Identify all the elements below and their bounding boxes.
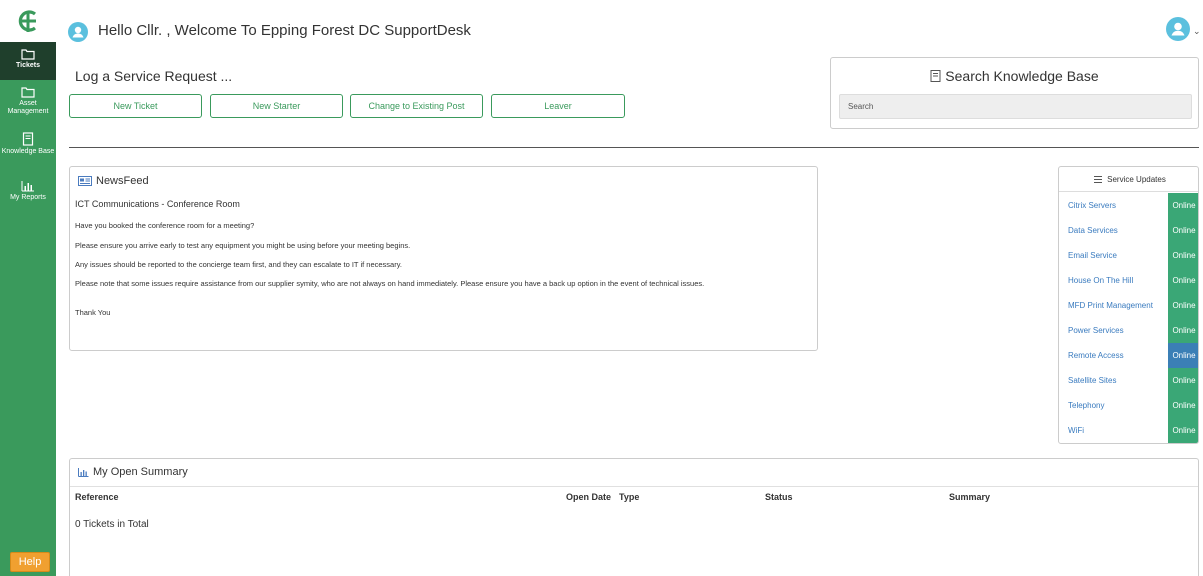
service-name-link[interactable]: Data Services (1068, 218, 1118, 243)
service-update-row[interactable]: House On The Hill Online (1059, 268, 1198, 293)
kb-search-input[interactable]: Search (839, 94, 1192, 119)
sidebar-item-label: Tickets (16, 62, 40, 69)
newsfeed-header: NewsFeed (78, 175, 149, 187)
chevron-down-icon[interactable]: ⌄ (1193, 26, 1201, 37)
status-badge: Online (1168, 268, 1198, 293)
sidebar-item-label: Knowledge Base (1, 148, 55, 155)
tickets-total: 0 Tickets in Total (75, 519, 149, 530)
news-item-title: ICT Communications - Conference Room (75, 199, 240, 209)
new-starter-button[interactable]: New Starter (210, 94, 343, 118)
service-name-link[interactable]: Email Service (1068, 243, 1117, 268)
folder-icon (21, 87, 35, 98)
service-update-row[interactable]: MFD Print Management Online (1059, 293, 1198, 318)
service-update-row[interactable]: Citrix Servers Online (1059, 193, 1198, 218)
new-ticket-button[interactable]: New Ticket (69, 94, 202, 118)
service-update-row[interactable]: Power Services Online (1059, 318, 1198, 343)
status-badge: Online (1168, 368, 1198, 393)
welcome-greeting: Hello Cllr. , Welcome To Epping Forest D… (98, 22, 471, 39)
service-name-link[interactable]: Satellite Sites (1068, 368, 1116, 393)
efdc-logo-icon (18, 10, 37, 32)
news-paragraph: Any issues should be reported to the con… (75, 260, 402, 269)
news-paragraph: Thank You (75, 308, 111, 317)
service-update-row[interactable]: Data Services Online (1059, 218, 1198, 243)
service-update-row[interactable]: Remote Access Online (1059, 343, 1198, 368)
summary-divider (70, 486, 1198, 487)
service-name-link[interactable]: Remote Access (1068, 343, 1124, 368)
column-header-reference[interactable]: Reference (75, 492, 119, 502)
newsfeed-heading: NewsFeed (96, 175, 149, 187)
status-badge: Online (1168, 393, 1198, 418)
newspaper-icon (78, 176, 92, 186)
service-name-link[interactable]: MFD Print Management (1068, 293, 1153, 318)
service-name-link[interactable]: Telephony (1068, 393, 1104, 418)
sidebar-item-label: Asset Management (7, 100, 49, 115)
sidebar-item-knowledge-base[interactable]: Knowledge Base (0, 132, 56, 168)
knowledge-base-panel: Search Knowledge Base Search (830, 57, 1199, 129)
service-name-link[interactable]: WiFi (1068, 418, 1084, 443)
service-request-title: Log a Service Request ... (75, 68, 233, 84)
column-header-status[interactable]: Status (765, 492, 793, 502)
service-update-row[interactable]: Telephony Online (1059, 393, 1198, 418)
open-summary-heading: My Open Summary (93, 466, 188, 478)
sidebar: Tickets Asset Management Knowledge Base … (0, 0, 56, 576)
leaver-button[interactable]: Leaver (491, 94, 625, 118)
bar-chart-icon (78, 467, 89, 477)
kb-title-text: Search Knowledge Base (945, 68, 1099, 84)
status-badge: Online (1168, 243, 1198, 268)
bar-chart-icon (21, 181, 34, 192)
kb-title: Search Knowledge Base (831, 68, 1198, 84)
news-paragraph: Please ensure you arrive early to test a… (75, 241, 411, 250)
news-paragraph: Please note that some issues require ass… (75, 279, 705, 288)
sidebar-item-my-reports[interactable]: My Reports (0, 180, 56, 216)
help-button[interactable]: Help (10, 552, 50, 572)
service-update-row[interactable]: WiFi Online (1059, 418, 1198, 443)
change-existing-post-button[interactable]: Change to Existing Post (350, 94, 483, 118)
column-header-summary[interactable]: Summary (949, 492, 990, 502)
service-update-row[interactable]: Satellite Sites Online (1059, 368, 1198, 393)
open-summary-header: My Open Summary (78, 466, 188, 478)
sidebar-item-label: My Reports (10, 194, 46, 201)
list-icon (1094, 175, 1103, 183)
book-icon (930, 70, 941, 82)
sidebar-item-tickets[interactable]: Tickets (0, 42, 56, 80)
status-badge: Online (1168, 418, 1198, 443)
open-summary-panel: My Open Summary Reference Open Date Type… (69, 458, 1199, 576)
service-name-link[interactable]: Citrix Servers (1068, 193, 1116, 218)
service-update-row[interactable]: Email Service Online (1059, 243, 1198, 268)
book-icon (22, 132, 34, 146)
sidebar-item-asset-management[interactable]: Asset Management (0, 86, 56, 122)
logo[interactable] (0, 0, 56, 42)
user-avatar-icon (68, 22, 88, 42)
status-badge: Online (1168, 193, 1198, 218)
status-badge: Online (1168, 318, 1198, 343)
newsfeed-panel: NewsFeed ICT Communications - Conference… (69, 166, 818, 351)
service-name-link[interactable]: House On The Hill (1068, 268, 1133, 293)
service-name-link[interactable]: Power Services (1068, 318, 1124, 343)
service-updates-heading: Service Updates (1107, 174, 1166, 184)
news-paragraph: Have you booked the conference room for … (75, 221, 255, 230)
user-menu-avatar-icon[interactable] (1166, 17, 1190, 41)
status-badge: Online (1168, 218, 1198, 243)
service-updates-panel: Service Updates Citrix Servers Online Data… (1058, 166, 1199, 444)
status-badge: Online (1168, 293, 1198, 318)
folder-icon (21, 49, 35, 60)
column-header-open-date[interactable]: Open Date (566, 492, 611, 502)
column-header-type[interactable]: Type (619, 492, 639, 502)
service-updates-header: Service Updates (1059, 167, 1198, 192)
section-divider (69, 147, 1199, 148)
status-badge: Online (1168, 343, 1198, 368)
